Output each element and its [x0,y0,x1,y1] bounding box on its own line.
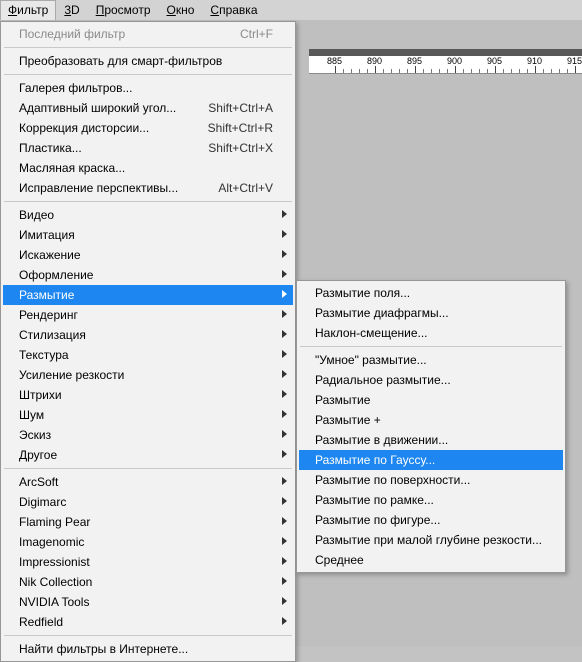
document-tab-strip [309,49,582,56]
chevron-right-icon [282,497,287,505]
menu-item-sharpen[interactable]: Усиление резкости [3,365,293,385]
submenu-item-average[interactable]: Среднее [299,550,563,570]
menu-separator [4,201,292,202]
menu-separator [4,47,292,48]
menu-item-browse-filters-online[interactable]: Найти фильтры в Интернете... [3,639,293,659]
menu-item-filter-gallery[interactable]: Галерея фильтров... [3,78,293,98]
menu-item-convert-smart[interactable]: Преобразовать для смарт-фильтров [3,51,293,71]
menu-item-last-filter[interactable]: Последний фильтр Ctrl+F [3,24,293,44]
menu-item-video[interactable]: Видео [3,205,293,225]
chevron-right-icon [282,450,287,458]
menu-item-nvidia-tools[interactable]: NVIDIA Tools [3,592,293,612]
menu-item-noise[interactable]: Шум [3,405,293,425]
menu-item-adaptive-wide[interactable]: Адаптивный широкий угол... Shift+Ctrl+A [3,98,293,118]
ruler-label: 900 [447,56,462,66]
submenu-item-gaussian-blur[interactable]: Размытие по Гауссу... [299,450,563,470]
menu-item-flaming-pear[interactable]: Flaming Pear [3,512,293,532]
submenu-item-blur[interactable]: Размытие [299,390,563,410]
ruler-label: 905 [487,56,502,66]
menu-item-arcsoft[interactable]: ArcSoft [3,472,293,492]
menu-item-vanishing-point[interactable]: Исправление перспективы... Alt+Ctrl+V [3,178,293,198]
chevron-right-icon [282,577,287,585]
submenu-item-radial-blur[interactable]: Радиальное размытие... [299,370,563,390]
menu-item-redfield[interactable]: Redfield [3,612,293,632]
chevron-right-icon [282,410,287,418]
menu-item-oil-paint[interactable]: Масляная краска... [3,158,293,178]
chevron-right-icon [282,290,287,298]
chevron-right-icon [282,477,287,485]
menu-item-artistic[interactable]: Имитация [3,225,293,245]
ruler-label: 915 [567,56,582,66]
ruler-label: 890 [367,56,382,66]
menu-item-sketch[interactable]: Эскиз [3,425,293,445]
chevron-right-icon [282,310,287,318]
submenu-item-motion-blur[interactable]: Размытие в движении... [299,430,563,450]
submenu-item-box-blur[interactable]: Размытие по рамке... [299,490,563,510]
menu-item-impressionist[interactable]: Impressionist [3,552,293,572]
ruler-label: 910 [527,56,542,66]
chevron-right-icon [282,617,287,625]
filter-dropdown: Последний фильтр Ctrl+F Преобразовать дл… [0,21,296,662]
menu-item-distort[interactable]: Искажение [3,245,293,265]
menu-item-stylize[interactable]: Стилизация [3,325,293,345]
menu-item-texture[interactable]: Текстура [3,345,293,365]
chevron-right-icon [282,270,287,278]
menu-item-digimarc[interactable]: Digimarc [3,492,293,512]
chevron-right-icon [282,230,287,238]
ruler-label: 885 [327,56,342,66]
chevron-right-icon [282,250,287,258]
submenu-item-shape-blur[interactable]: Размытие по фигуре... [299,510,563,530]
menu-item-pixelate[interactable]: Оформление [3,265,293,285]
submenu-item-smart-blur[interactable]: "Умное" размытие... [299,350,563,370]
menu-item-render[interactable]: Рендеринг [3,305,293,325]
submenu-item-iris-blur[interactable]: Размытие диафрагмы... [299,303,563,323]
menubar: Фильтр 3D Просмотр Окно Справка [0,0,582,21]
chevron-right-icon [282,537,287,545]
chevron-right-icon [282,517,287,525]
horizontal-ruler: 885 890 895 900 905 910 915 [309,56,582,74]
menu-item-other[interactable]: Другое [3,445,293,465]
menu-filter[interactable]: Фильтр [0,0,56,20]
submenu-item-field-blur[interactable]: Размытие поля... [299,283,563,303]
menu-item-nik-collection[interactable]: Nik Collection [3,572,293,592]
menu-view[interactable]: Просмотр [88,0,159,20]
menu-separator [4,468,292,469]
menu-separator [4,74,292,75]
menu-item-liquify[interactable]: Пластика... Shift+Ctrl+X [3,138,293,158]
menu-3d[interactable]: 3D [56,0,87,20]
submenu-item-surface-blur[interactable]: Размытие по поверхности... [299,470,563,490]
ruler-label: 895 [407,56,422,66]
menu-item-lens-correction[interactable]: Коррекция дисторсии... Shift+Ctrl+R [3,118,293,138]
menu-separator [4,635,292,636]
menu-help[interactable]: Справка [202,0,265,20]
chevron-right-icon [282,597,287,605]
menu-item-blur[interactable]: Размытие [3,285,293,305]
chevron-right-icon [282,430,287,438]
chevron-right-icon [282,557,287,565]
chevron-right-icon [282,330,287,338]
submenu-item-blur-more[interactable]: Размытие + [299,410,563,430]
menu-separator [300,346,562,347]
menu-item-imagenomic[interactable]: Imagenomic [3,532,293,552]
chevron-right-icon [282,350,287,358]
chevron-right-icon [282,370,287,378]
blur-submenu: Размытие поля... Размытие диафрагмы... Н… [296,280,566,573]
chevron-right-icon [282,210,287,218]
submenu-item-lens-blur[interactable]: Размытие при малой глубине резкости... [299,530,563,550]
submenu-item-tilt-shift[interactable]: Наклон-смещение... [299,323,563,343]
menu-window[interactable]: Окно [159,0,203,20]
chevron-right-icon [282,390,287,398]
menu-item-brush-strokes[interactable]: Штрихи [3,385,293,405]
